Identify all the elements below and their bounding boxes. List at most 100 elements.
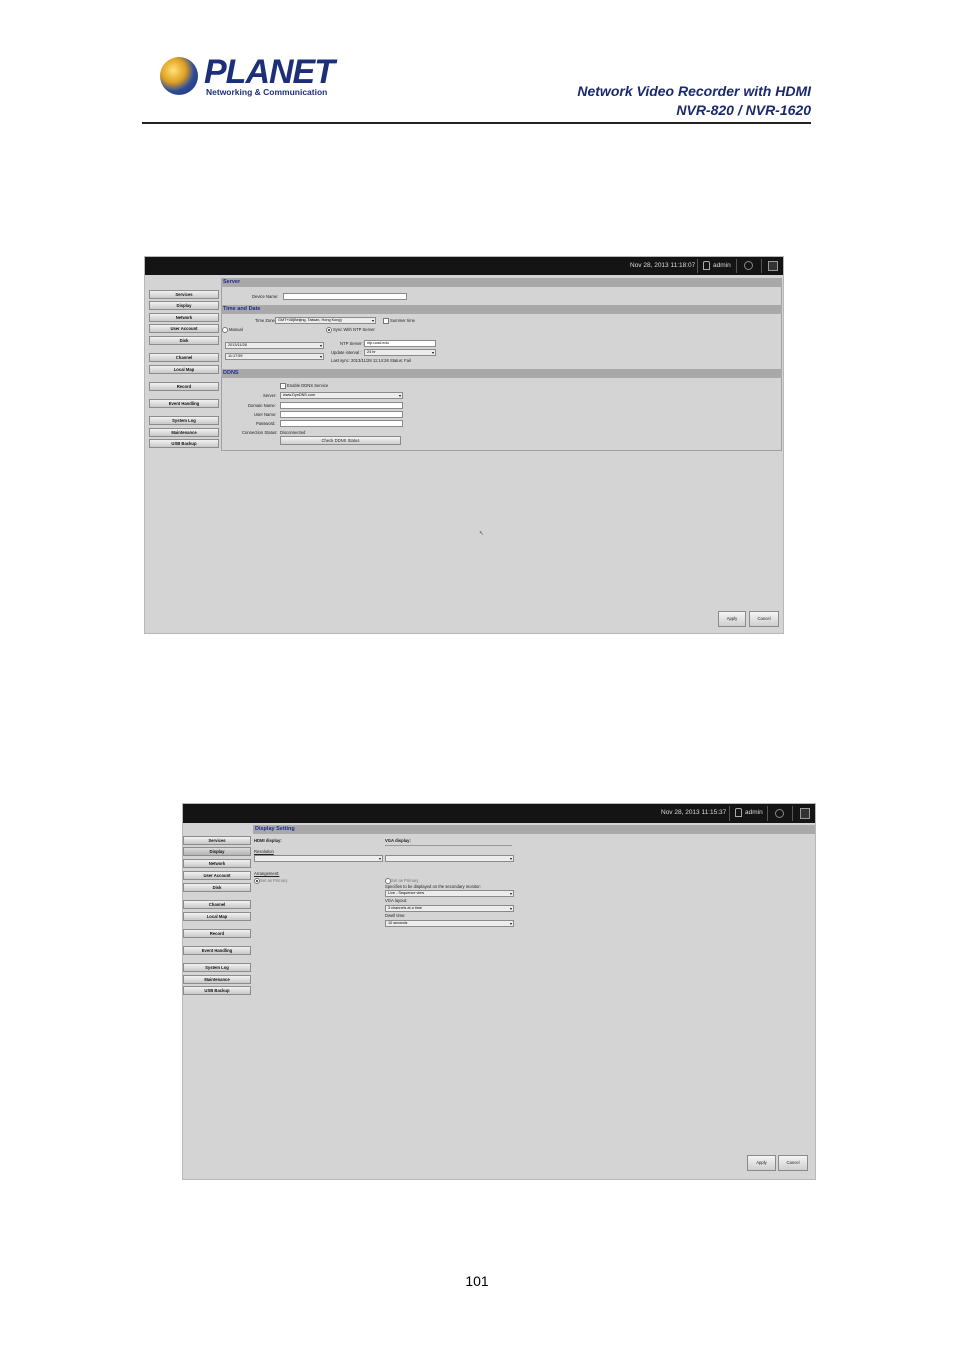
cancel-button[interactable]: Cancel: [749, 611, 779, 627]
nav-channel[interactable]: Channel: [149, 353, 219, 362]
nav-maintenance[interactable]: Maintenance: [183, 975, 251, 984]
timezone-select[interactable]: GMT+08(Beijing, Taiwan, Hong Kong): [275, 317, 376, 324]
domain-name-label: Domain Name:: [248, 403, 276, 408]
logout-icon[interactable]: [800, 808, 810, 819]
password-label: Password:: [256, 421, 276, 426]
update-interval-select[interactable]: 24 hr: [364, 349, 436, 356]
vga-divider: [385, 845, 512, 846]
mouse-cursor-icon: ↖: [479, 531, 485, 537]
divider: [792, 806, 793, 821]
hdmi-primary-label: Set as Primary: [260, 878, 288, 883]
top-bar: Nov 28, 2013 11:18:07 admin: [145, 257, 783, 275]
section-display-setting: Display Setting: [253, 825, 815, 834]
update-interval-label: Update interval :: [331, 350, 362, 355]
nav-services[interactable]: Services: [183, 836, 251, 845]
vga-primary-label: Set as Primary: [391, 878, 419, 883]
services-screenshot: Nov 28, 2013 11:18:07 admin Services Dis…: [144, 256, 784, 634]
apply-button[interactable]: Apply: [718, 611, 746, 627]
vga-layout-select[interactable]: 3 channels at a time: [385, 905, 514, 912]
enable-ddns-label: Enable DDNS Service: [287, 383, 329, 388]
user-name-label: User Name:: [254, 412, 277, 417]
top-bar: Nov 28, 2013 11:15:37 admin: [183, 804, 815, 823]
ntp-server-label: NTP Server :: [340, 341, 365, 346]
date-field[interactable]: 2013/11/28: [225, 342, 324, 349]
connection-status-label: Connection Status:: [242, 430, 278, 435]
password-field[interactable]: [280, 420, 403, 427]
vga-resolution-select[interactable]: [385, 855, 514, 862]
logo-subtitle: Networking & Communication: [206, 87, 328, 97]
hdmi-display-label: HDMI display:: [254, 838, 282, 843]
planet-logo: PLANET Networking & Communication: [160, 53, 335, 100]
device-name-field[interactable]: [283, 293, 407, 300]
user-name[interactable]: admin: [745, 809, 763, 816]
section-server: Server: [221, 278, 782, 287]
arrangement-label: Arrangement:: [254, 871, 280, 876]
document-title-line2: NVR-820 / NVR-1620: [676, 102, 811, 118]
nav-event-handling[interactable]: Event Handling: [183, 946, 251, 955]
ddns-server-label: Server:: [263, 393, 277, 398]
nav-maintenance[interactable]: Maintenance: [149, 428, 219, 437]
nav-network[interactable]: Network: [183, 859, 251, 868]
nav-local-map[interactable]: Local Map: [183, 912, 251, 921]
nav-display[interactable]: Display: [149, 301, 219, 310]
hdmi-resolution-select[interactable]: [254, 855, 383, 862]
timezone-label: Time Zone:: [255, 318, 277, 323]
nav-event-handling[interactable]: Event Handling: [149, 399, 219, 408]
divider: [767, 806, 768, 821]
nav-user-account[interactable]: User Account: [149, 324, 219, 333]
resolution-label: Resolution: [254, 849, 274, 854]
nav-services[interactable]: Services: [149, 290, 219, 299]
nav-channel[interactable]: Channel: [183, 900, 251, 909]
datetime: Nov 28, 2013 11:18:07: [630, 262, 696, 269]
user-name-field[interactable]: [280, 411, 403, 418]
dwell-time-select[interactable]: 10 seconds: [385, 920, 514, 927]
divider: [736, 259, 737, 273]
ntp-server-field[interactable]: ntp.ucsd.edu: [364, 340, 436, 347]
ntp-sync-radio[interactable]: [326, 327, 332, 333]
nav-usb-backup[interactable]: USB Backup: [149, 439, 219, 448]
nav-local-map[interactable]: Local Map: [149, 365, 219, 374]
nav-record[interactable]: Record: [183, 929, 251, 938]
nav-usb-backup[interactable]: USB Backup: [183, 986, 251, 995]
device-name-label: Device Name:: [252, 294, 279, 299]
user-icon: [735, 808, 742, 817]
section-time-and-date: Time and Date: [221, 305, 782, 314]
nav-disk[interactable]: Disk: [149, 336, 219, 345]
divider: [729, 806, 730, 821]
secondary-monitor-label: Specifies to be displayed on the seconda…: [385, 884, 481, 889]
divider: [761, 259, 762, 273]
vga-layout-label: VGA layout:: [385, 898, 408, 903]
summer-time-checkbox[interactable]: [383, 318, 389, 324]
secondary-monitor-select[interactable]: Live - Sequence view: [385, 890, 514, 897]
nav-display[interactable]: Display: [183, 847, 251, 856]
nav-system-log[interactable]: System Log: [149, 416, 219, 425]
apply-button[interactable]: Apply: [747, 1155, 776, 1171]
divider: [697, 259, 698, 273]
last-sync-status: Last sync: 2013/11/28 11:14:26 Status: F…: [331, 358, 411, 363]
time-field[interactable]: 11:17:59: [225, 353, 324, 360]
info-icon[interactable]: [744, 261, 753, 270]
header-rule: [142, 122, 811, 124]
domain-name-field[interactable]: [280, 402, 403, 409]
user-icon: [703, 261, 710, 270]
enable-ddns-checkbox[interactable]: [280, 383, 286, 389]
logout-icon[interactable]: [768, 261, 778, 271]
info-icon[interactable]: [775, 809, 784, 818]
nav-system-log[interactable]: System Log: [183, 963, 251, 972]
datetime: Nov 28, 2013 11:15:37: [661, 809, 727, 816]
user-name[interactable]: admin: [713, 262, 731, 269]
page-number: 101: [465, 1273, 489, 1289]
summer-time-label: Summer time: [390, 318, 415, 323]
cancel-button[interactable]: Cancel: [778, 1155, 808, 1171]
ddns-server-select[interactable]: www.DynDNS.com: [280, 392, 403, 399]
manual-label: Manual: [229, 327, 243, 332]
nav-record[interactable]: Record: [149, 382, 219, 391]
section-ddns: DDNS: [221, 369, 782, 378]
nav-user-account[interactable]: User Account: [183, 871, 251, 880]
manual-radio[interactable]: [222, 327, 228, 333]
nav-network[interactable]: Network: [149, 313, 219, 322]
check-ddns-status-button[interactable]: Check DDNS Status: [280, 436, 401, 445]
globe-logo-icon: [160, 57, 198, 95]
nav-disk[interactable]: Disk: [183, 883, 251, 892]
document-title-line1: Network Video Recorder with HDMI: [577, 83, 811, 99]
